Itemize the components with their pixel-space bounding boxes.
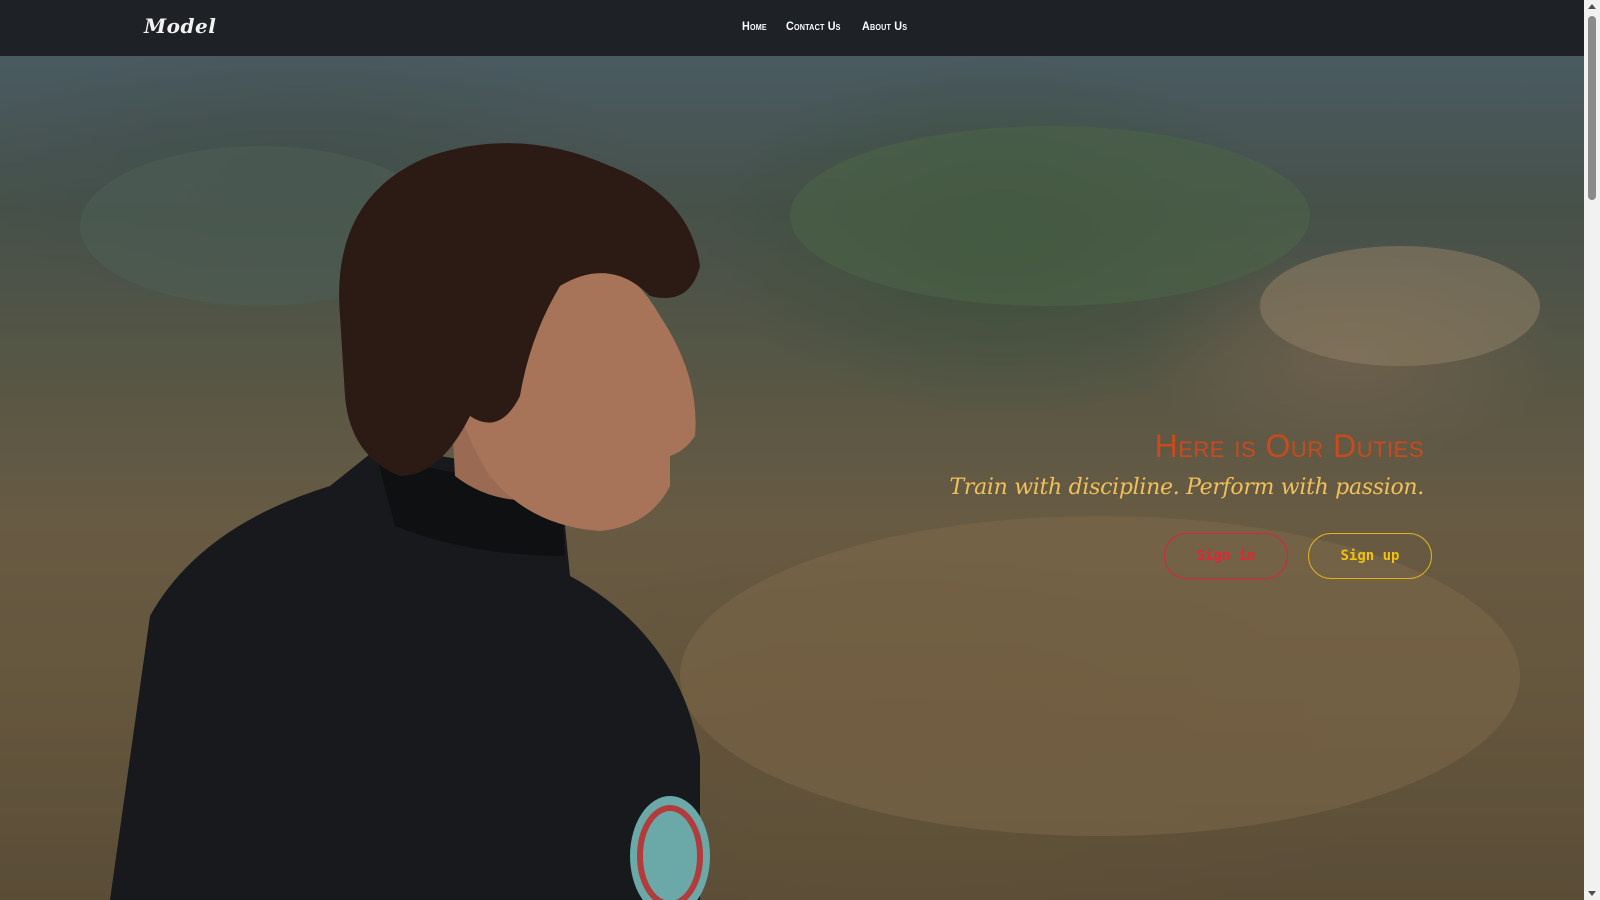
hero-section: Here is Our Duties Train with discipline…: [0, 56, 1584, 900]
nav-home-link[interactable]: Home: [742, 19, 767, 33]
hero-subtitle: Train with discipline. Perform with pass…: [949, 475, 1425, 500]
nav-about-link[interactable]: About Us: [862, 19, 907, 33]
nav-contact-link[interactable]: Contact Us: [786, 19, 841, 33]
scroll-up-icon[interactable]: [1588, 4, 1596, 9]
hero-button-row: Sign in Sign up: [1164, 533, 1432, 579]
nav-links: Home Contact Us About Us: [742, 19, 913, 33]
hero-text-block: Here is Our Duties Train with discipline…: [949, 428, 1425, 500]
top-navbar: Model Home Contact Us About Us: [0, 0, 1584, 56]
hero-title: Here is Our Duties: [1154, 428, 1424, 464]
scroll-down-icon[interactable]: [1588, 891, 1596, 896]
vertical-scrollbar[interactable]: [1584, 0, 1600, 900]
sign-up-button[interactable]: Sign up: [1308, 533, 1432, 579]
sign-in-button[interactable]: Sign in: [1164, 533, 1288, 579]
brand-logo[interactable]: Model: [144, 14, 216, 38]
scrollbar-thumb[interactable]: [1588, 16, 1596, 200]
